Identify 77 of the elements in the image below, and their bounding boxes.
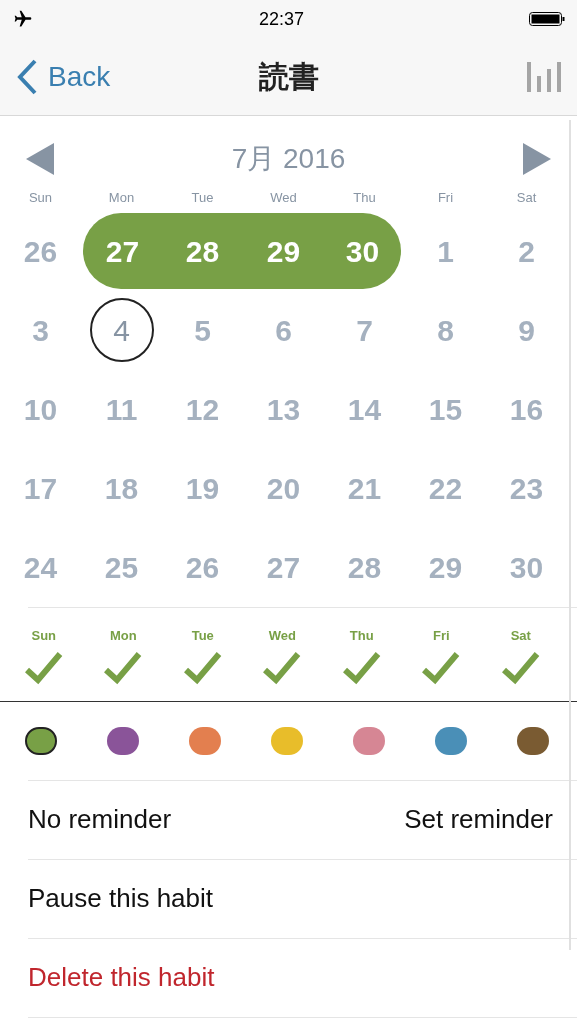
repeat-day-label: Thu — [349, 626, 374, 645]
status-time: 22:37 — [258, 7, 304, 31]
calendar-day[interactable]: 25 — [104, 544, 139, 590]
calendar-day[interactable]: 30 — [509, 544, 544, 590]
color-swatch[interactable] — [435, 726, 467, 755]
back-button[interactable]: Back — [16, 55, 111, 98]
calendar-day[interactable]: 26 — [185, 544, 220, 590]
repeat-day-label: Sat — [510, 626, 531, 645]
repeat-day-label: Sun — [31, 626, 57, 645]
weekday-label: Sun — [28, 189, 53, 207]
calendar-day[interactable]: 21 — [347, 465, 382, 511]
set-reminder-button[interactable]: Set reminder — [404, 800, 553, 839]
calendar-day[interactable]: 23 — [509, 465, 544, 511]
calendar-day[interactable]: 2 — [518, 228, 535, 274]
color-swatch[interactable] — [25, 726, 57, 755]
color-swatch[interactable] — [189, 726, 221, 755]
selected-day[interactable]: 27 — [83, 213, 162, 289]
repeat-day-label: Tue — [191, 626, 214, 645]
previous-month-button[interactable] — [26, 143, 54, 175]
calendar-day[interactable]: 26 — [23, 228, 58, 274]
calendar-day[interactable]: 12 — [185, 386, 220, 432]
calendar-day[interactable]: 22 — [428, 465, 463, 511]
checkmark-icon[interactable] — [342, 651, 381, 685]
checkmark-icon[interactable] — [104, 651, 143, 685]
calendar-day[interactable]: 19 — [185, 465, 220, 511]
calendar-day[interactable]: 27 — [266, 544, 301, 590]
weekday-label: Mon — [108, 189, 135, 207]
calendar-day[interactable]: 13 — [266, 386, 301, 432]
selected-day[interactable]: 30 — [324, 213, 401, 289]
delete-button[interactable]: Delete this habit — [28, 958, 215, 997]
weekday-label: Thu — [353, 189, 376, 207]
color-swatch[interactable] — [271, 726, 303, 755]
calendar-day[interactable]: 11 — [105, 386, 138, 432]
calendar-day[interactable]: 6 — [275, 307, 292, 353]
calendar-day[interactable]: 14 — [347, 386, 382, 432]
calendar-day[interactable]: 20 — [266, 465, 301, 511]
calendar-day[interactable]: 5 — [194, 307, 211, 353]
weekday-label: Sat — [516, 189, 537, 207]
repeat-day-label: Wed — [268, 626, 296, 645]
today-day[interactable]: 4 — [89, 298, 154, 362]
checkmark-icon[interactable] — [183, 651, 222, 685]
checkmark-icon[interactable] — [501, 651, 540, 685]
airplane-icon — [12, 9, 34, 29]
weekday-label: Fri — [437, 189, 454, 207]
calendar-day[interactable]: 3 — [32, 307, 49, 353]
checkmark-icon[interactable] — [422, 651, 461, 685]
calendar-day[interactable]: 10 — [23, 386, 58, 432]
checkmark-icon[interactable] — [24, 651, 63, 685]
calendar-day[interactable]: 8 — [437, 307, 454, 353]
calendar-day[interactable]: 18 — [104, 465, 139, 511]
calendar-day[interactable]: 1 — [437, 228, 454, 274]
weekday-label: Wed — [270, 189, 297, 207]
calendar-day[interactable]: 17 — [23, 465, 58, 511]
checkmark-icon[interactable] — [263, 651, 302, 685]
pause-button[interactable]: Pause this habit — [28, 879, 213, 918]
battery-icon — [529, 11, 565, 27]
reminder-status: No reminder — [28, 803, 172, 836]
chevron-left-icon — [16, 57, 38, 96]
selected-day[interactable]: 29 — [243, 213, 324, 289]
calendar-day[interactable]: 28 — [347, 544, 382, 590]
color-swatch[interactable] — [107, 726, 139, 755]
page-title: 読書 — [258, 59, 319, 95]
calendar-day[interactable]: 9 — [518, 307, 535, 353]
month-title: 7月 2016 — [231, 142, 346, 176]
repeat-day-label: Mon — [109, 626, 137, 645]
repeat-day-label: Fri — [432, 626, 450, 645]
selected-day[interactable]: 28 — [162, 213, 243, 289]
bar-chart-icon[interactable] — [527, 61, 561, 92]
calendar-day[interactable]: 15 — [428, 386, 463, 432]
color-swatch[interactable] — [353, 726, 385, 755]
calendar-day[interactable]: 16 — [509, 386, 544, 432]
weekday-label: Tue — [191, 189, 214, 207]
calendar-day[interactable]: 29 — [428, 544, 463, 590]
calendar-day[interactable]: 7 — [356, 307, 373, 353]
calendar-day[interactable]: 24 — [23, 544, 58, 590]
next-month-button[interactable] — [523, 143, 551, 175]
color-swatch[interactable] — [517, 726, 549, 755]
